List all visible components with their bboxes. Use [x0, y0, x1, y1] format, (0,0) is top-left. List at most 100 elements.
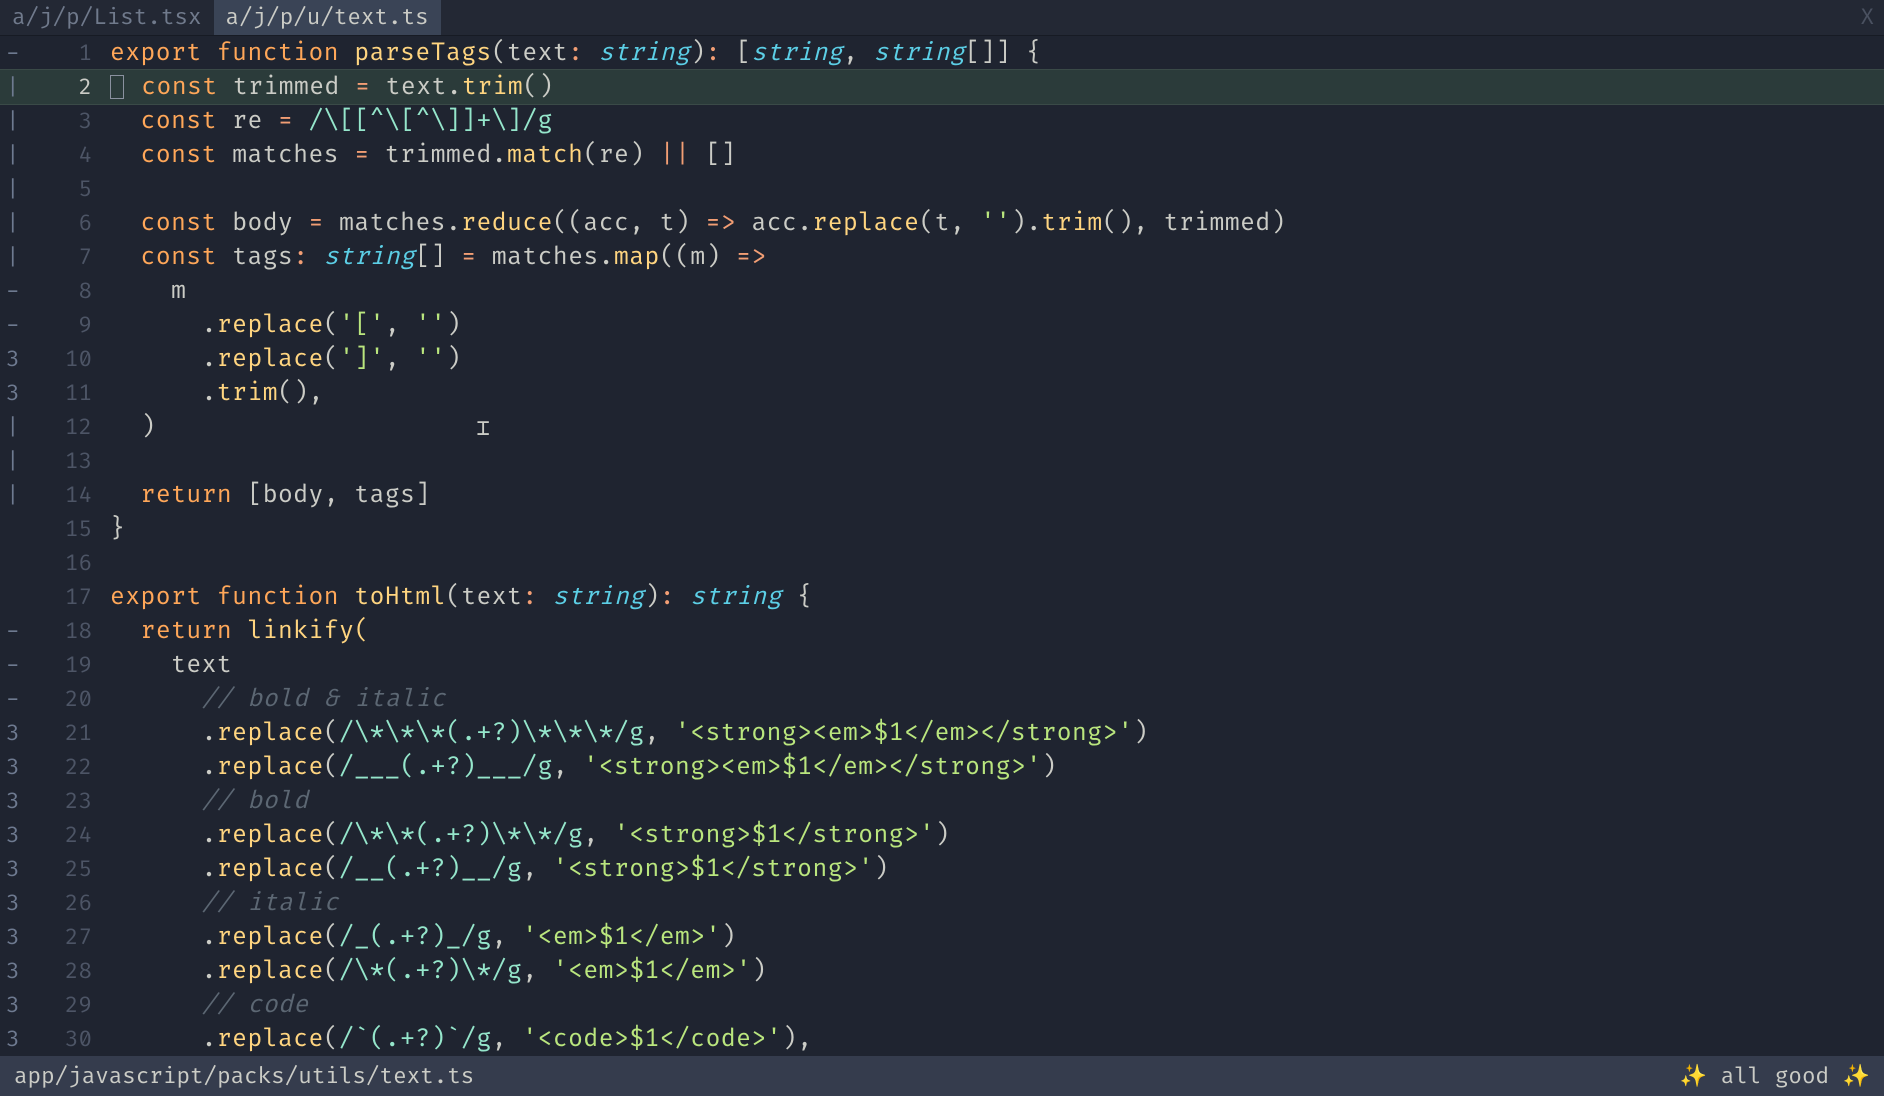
line-number: 15	[30, 516, 110, 543]
diff-sign: 3	[0, 856, 30, 883]
code-content: .replace('[', '')	[110, 311, 1884, 340]
diff-sign: 3	[0, 890, 30, 917]
line-number: 14	[30, 482, 110, 509]
line-number: 22	[30, 754, 110, 781]
status-bar: app/javascript/packs/utils/text.ts ✨ all…	[0, 1056, 1884, 1096]
close-icon[interactable]: X	[1860, 4, 1874, 31]
code-line[interactable]: 3 26 // italic	[0, 886, 1884, 920]
code-line[interactable]: | 7 const tags: string[] = matches.map((…	[0, 240, 1884, 274]
diff-sign: 3	[0, 346, 30, 373]
code-line[interactable]: 3 22 .replace(/___(.+?)___/g, '<strong><…	[0, 750, 1884, 784]
code-content: // bold	[110, 787, 1884, 816]
code-content: const matches = trimmed.match(re) || []	[110, 141, 1884, 170]
code-content: // italic	[110, 889, 1884, 918]
code-line[interactable]: - 18 return linkify(	[0, 614, 1884, 648]
code-line[interactable]: 3 11 .trim(),	[0, 376, 1884, 410]
line-number: 16	[30, 550, 110, 577]
code-content: export function toHtml(text: string): st…	[110, 583, 1884, 612]
diff-sign: 3	[0, 992, 30, 1019]
code-line[interactable]: 3 28 .replace(/\*(.+?)\*/g, '<em>$1</em>…	[0, 954, 1884, 988]
code-content: const re = /\[[^\[^\]]+\]/g	[110, 107, 1884, 136]
line-number: 26	[30, 890, 110, 917]
line-number: 23	[30, 788, 110, 815]
code-line[interactable]: - 9 .replace('[', '')	[0, 308, 1884, 342]
diff-sign: |	[0, 244, 30, 271]
code-line[interactable]: - 1 export function parseTags(text: stri…	[0, 36, 1884, 70]
code-line[interactable]: | 14 return [body, tags]	[0, 478, 1884, 512]
code-line[interactable]: | 6 const body = matches.reduce((acc, t)…	[0, 206, 1884, 240]
code-content: .replace(/_(.+?)_/g, '<em>$1</em>')	[110, 923, 1884, 952]
diff-sign: |	[0, 176, 30, 203]
code-content: .replace(/___(.+?)___/g, '<strong><em>$1…	[110, 753, 1884, 782]
line-number: 5	[30, 176, 110, 203]
code-content: return [body, tags]	[110, 481, 1884, 510]
code-line[interactable]: | 13	[0, 444, 1884, 478]
diff-sign: -	[0, 618, 30, 645]
code-line[interactable]: | 4 const matches = trimmed.match(re) ||…	[0, 138, 1884, 172]
code-line[interactable]: 3 30 .replace(/`(.+?)`/g, '<code>$1</cod…	[0, 1022, 1884, 1056]
code-content: const body = matches.reduce((acc, t) => …	[110, 209, 1884, 238]
line-number: 13	[30, 448, 110, 475]
diff-sign: |	[0, 210, 30, 237]
line-number: 21	[30, 720, 110, 747]
sparkle-icon: ✨	[1680, 1063, 1707, 1090]
code-line[interactable]: 17 export function toHtml(text: string):…	[0, 580, 1884, 614]
status-ok-text: all good	[1721, 1063, 1829, 1090]
code-line[interactable]: 3 25 .replace(/__(.+?)__/g, '<strong>$1<…	[0, 852, 1884, 886]
diff-sign: -	[0, 686, 30, 713]
code-line[interactable]: 3 23 // bold	[0, 784, 1884, 818]
diff-sign: |	[0, 108, 30, 135]
diff-sign: 3	[0, 788, 30, 815]
line-number: 11	[30, 380, 110, 407]
code-content: const tags: string[] = matches.map((m) =…	[110, 243, 1884, 272]
code-line-current[interactable]: | 2 const trimmed = text.trim()	[0, 70, 1884, 104]
diff-sign: |	[0, 142, 30, 169]
line-number: 20	[30, 686, 110, 713]
code-line[interactable]: 16	[0, 546, 1884, 580]
code-content: // code	[110, 991, 1884, 1020]
tab-inactive[interactable]: a/j/p/List.tsx	[0, 0, 214, 35]
code-content: .replace(/\*\*(.+?)\*\*/g, '<strong>$1</…	[110, 821, 1884, 850]
diff-sign: -	[0, 312, 30, 339]
code-line[interactable]: 3 21 .replace(/\*\*\*(.+?)\*\*\*/g, '<st…	[0, 716, 1884, 750]
sparkle-icon: ✨	[1843, 1063, 1870, 1090]
line-number: 6	[30, 210, 110, 237]
code-content: ) ⌶	[110, 413, 1884, 442]
code-line[interactable]: 15 }	[0, 512, 1884, 546]
code-line[interactable]: - 8 m	[0, 274, 1884, 308]
text-cursor-icon: ⌶	[476, 415, 490, 442]
line-number: 2	[30, 74, 110, 101]
code-content: const trimmed = text.trim()	[110, 73, 1884, 102]
code-content: .replace(/__(.+?)__/g, '<strong>$1</stro…	[110, 855, 1884, 884]
code-content: .replace(/\*(.+?)\*/g, '<em>$1</em>')	[110, 957, 1884, 986]
status-filepath: app/javascript/packs/utils/text.ts	[14, 1063, 474, 1090]
line-number: 28	[30, 958, 110, 985]
diff-sign: |	[0, 448, 30, 475]
code-line[interactable]: | 12 ) ⌶	[0, 410, 1884, 444]
line-number: 3	[30, 108, 110, 135]
diff-sign: -	[0, 652, 30, 679]
diff-sign: -	[0, 278, 30, 305]
tab-active[interactable]: a/j/p/u/text.ts	[214, 0, 441, 35]
bracket-match-icon	[110, 75, 124, 99]
diff-sign: |	[0, 74, 30, 101]
code-line[interactable]: 3 29 // code	[0, 988, 1884, 1022]
code-content: // bold & italic	[110, 685, 1884, 714]
code-content: .trim(),	[110, 379, 1884, 408]
code-line[interactable]: | 5	[0, 172, 1884, 206]
code-editor[interactable]: - 1 export function parseTags(text: stri…	[0, 36, 1884, 1056]
line-number: 27	[30, 924, 110, 951]
line-number: 19	[30, 652, 110, 679]
code-line[interactable]: | 3 const re = /\[[^\[^\]]+\]/g	[0, 104, 1884, 138]
code-line[interactable]: 3 27 .replace(/_(.+?)_/g, '<em>$1</em>')	[0, 920, 1884, 954]
diff-sign: 3	[0, 822, 30, 849]
diff-sign: 3	[0, 720, 30, 747]
diff-sign: 3	[0, 754, 30, 781]
diff-sign: |	[0, 482, 30, 509]
diff-sign: -	[0, 40, 30, 67]
code-line[interactable]: - 20 // bold & italic	[0, 682, 1884, 716]
code-line[interactable]: 3 24 .replace(/\*\*(.+?)\*\*/g, '<strong…	[0, 818, 1884, 852]
code-content: export function parseTags(text: string):…	[110, 39, 1884, 68]
code-line[interactable]: - 19 text	[0, 648, 1884, 682]
code-line[interactable]: 3 10 .replace(']', '')	[0, 342, 1884, 376]
